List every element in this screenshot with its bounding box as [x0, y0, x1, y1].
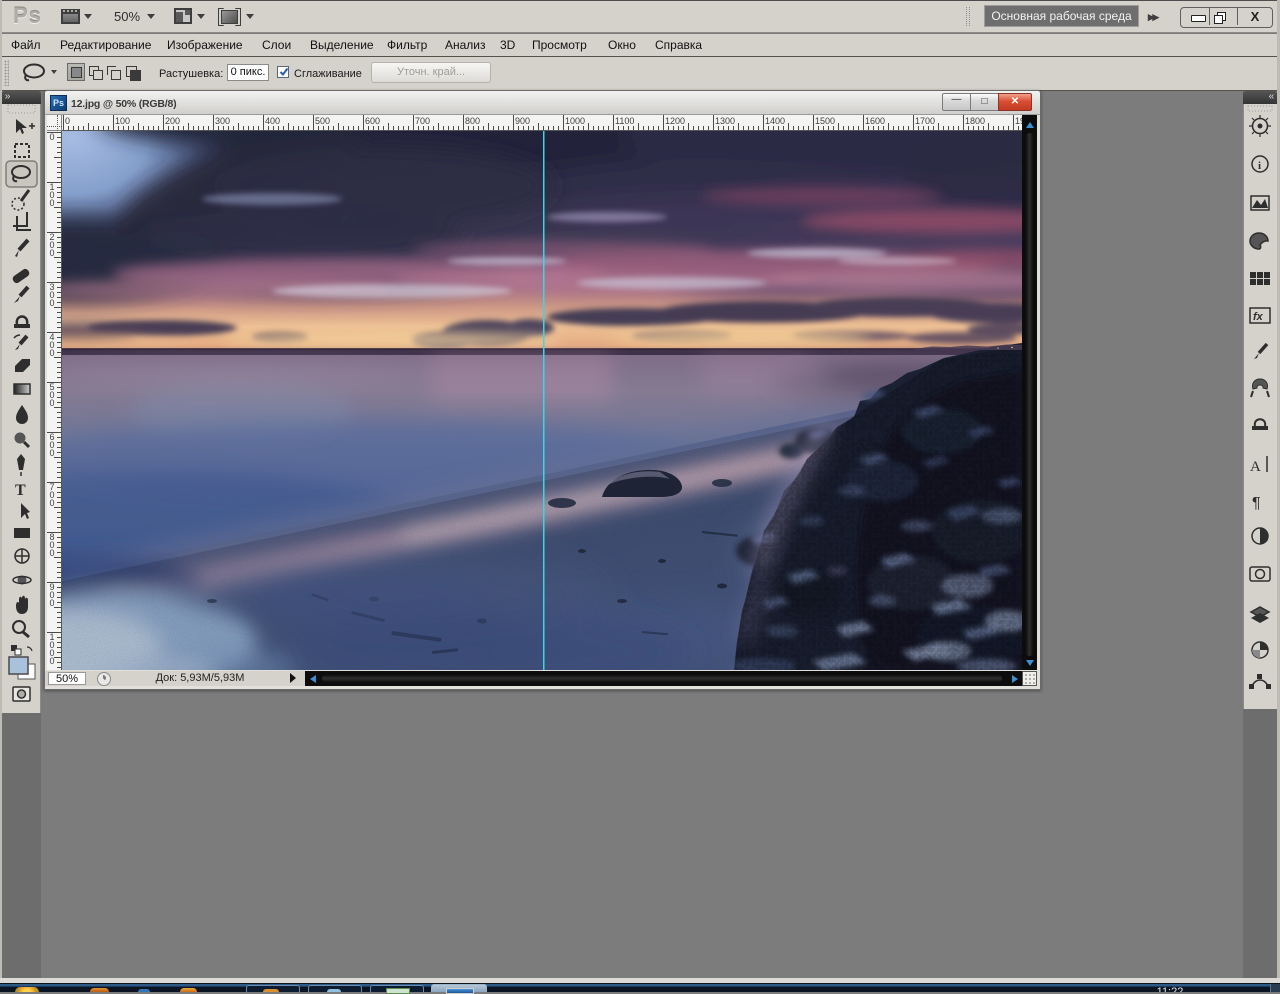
svg-text:i: i	[1258, 160, 1261, 172]
svg-text:A: A	[1250, 459, 1261, 475]
svg-text:¶: ¶	[1252, 495, 1261, 512]
svg-text:T: T	[15, 482, 26, 499]
svg-text:fx: fx	[1253, 311, 1264, 323]
